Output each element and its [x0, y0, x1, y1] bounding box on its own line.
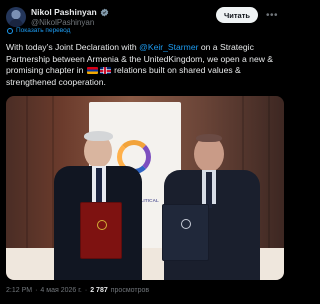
author-display-name[interactable]: Nikol Pashinyan: [31, 7, 97, 17]
uk-flag-icon: [99, 67, 111, 75]
views-count: 2 787: [90, 287, 108, 294]
armenia-flag-icon: [86, 67, 98, 75]
views-label: просмотров: [110, 287, 150, 294]
author-handle[interactable]: @NikolPashinyan: [31, 18, 94, 27]
verified-badge-icon: [100, 8, 108, 16]
author-name-row: Nikol Pashinyan: [31, 7, 109, 17]
more-horizontal-icon[interactable]: •••: [264, 8, 280, 22]
meta-separator: ·: [35, 287, 38, 294]
tweet-photo[interactable]: EUROPEAN POLITICAL COMMUNITY: [6, 96, 284, 280]
blue-document-folder: [162, 204, 209, 261]
tweet-text-segment: With today’s Joint Declaration with: [6, 42, 140, 52]
avatar[interactable]: [6, 7, 26, 27]
meta-separator: ·: [84, 287, 88, 294]
tweet-text: With today’s Joint Declaration with @Kei…: [6, 42, 288, 88]
uk-crest-icon: [97, 220, 107, 230]
globe-icon: [7, 27, 13, 34]
red-document-folder: [80, 202, 122, 259]
translate-row[interactable]: Показать перевод: [7, 27, 70, 34]
armenia-crest-icon: [181, 219, 191, 229]
tweet-meta: 2:12 PM · 4 мая 2026 г. · 2 787 просмотр…: [6, 287, 149, 294]
read-button[interactable]: Читать: [216, 7, 258, 23]
show-translation-link[interactable]: Показать перевод: [16, 27, 70, 34]
tweet-date[interactable]: 4 мая 2026 г.: [40, 287, 81, 294]
tweet-time[interactable]: 2:12 PM: [6, 287, 32, 294]
mention-link[interactable]: @Keir_Starmer: [139, 42, 198, 52]
